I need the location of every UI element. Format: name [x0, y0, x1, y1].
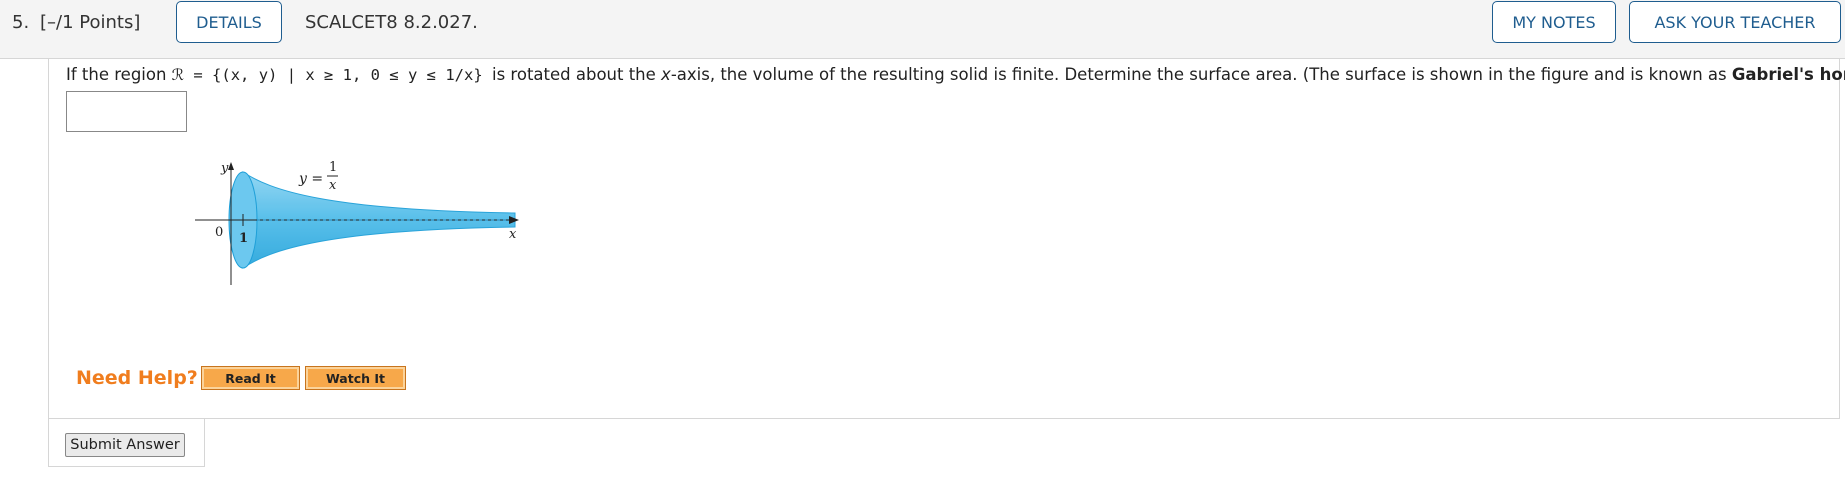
prompt-mid: is rotated about the [492, 65, 662, 84]
ask-your-teacher-button[interactable]: ASK YOUR TEACHER [1629, 1, 1841, 43]
y-axis-label: y [220, 161, 229, 176]
question-id: SCALCET8 8.2.027. [305, 12, 478, 33]
my-notes-button[interactable]: MY NOTES [1492, 1, 1616, 43]
question-points: [–/1 Points] [40, 12, 141, 33]
question-header: 5. [–/1 Points] DETAILS SCALCET8 8.2.027… [0, 0, 1845, 59]
answer-input[interactable] [66, 91, 187, 132]
gabriels-horn-term: Gabriel's horn [1731, 65, 1845, 84]
x-axis-label: x [509, 227, 517, 242]
read-it-button[interactable]: Read It [201, 366, 300, 390]
curve-label-lhs: y = [298, 171, 323, 187]
watch-it-button[interactable]: Watch It [305, 366, 406, 390]
curve-label-numerator: 1 [329, 160, 337, 175]
submit-answer-button[interactable]: Submit Answer [65, 433, 185, 457]
need-help-label: Need Help? [76, 367, 198, 389]
region-set: = {(x, y) | x ≥ 1, 0 ≤ y ≤ 1/x} [184, 66, 492, 84]
prompt-lead: If the region [66, 65, 172, 84]
prompt-axis: x [661, 65, 671, 84]
curve-label-denominator: x [329, 178, 337, 193]
question-prompt: If the region ℛ = {(x, y) | x ≥ 1, 0 ≤ y… [66, 65, 1845, 84]
prompt-tail: -axis, the volume of the resulting solid… [670, 65, 1732, 84]
details-button[interactable]: DETAILS [176, 1, 282, 43]
y-axis-arrow [228, 162, 234, 170]
question-number: 5. [12, 12, 30, 33]
region-symbol: ℛ [171, 66, 185, 84]
origin-label: 0 [215, 225, 223, 240]
tick-label-1: 1 [239, 231, 248, 246]
gabriels-horn-figure: y 0 1 x y = 1 x [195, 160, 519, 285]
